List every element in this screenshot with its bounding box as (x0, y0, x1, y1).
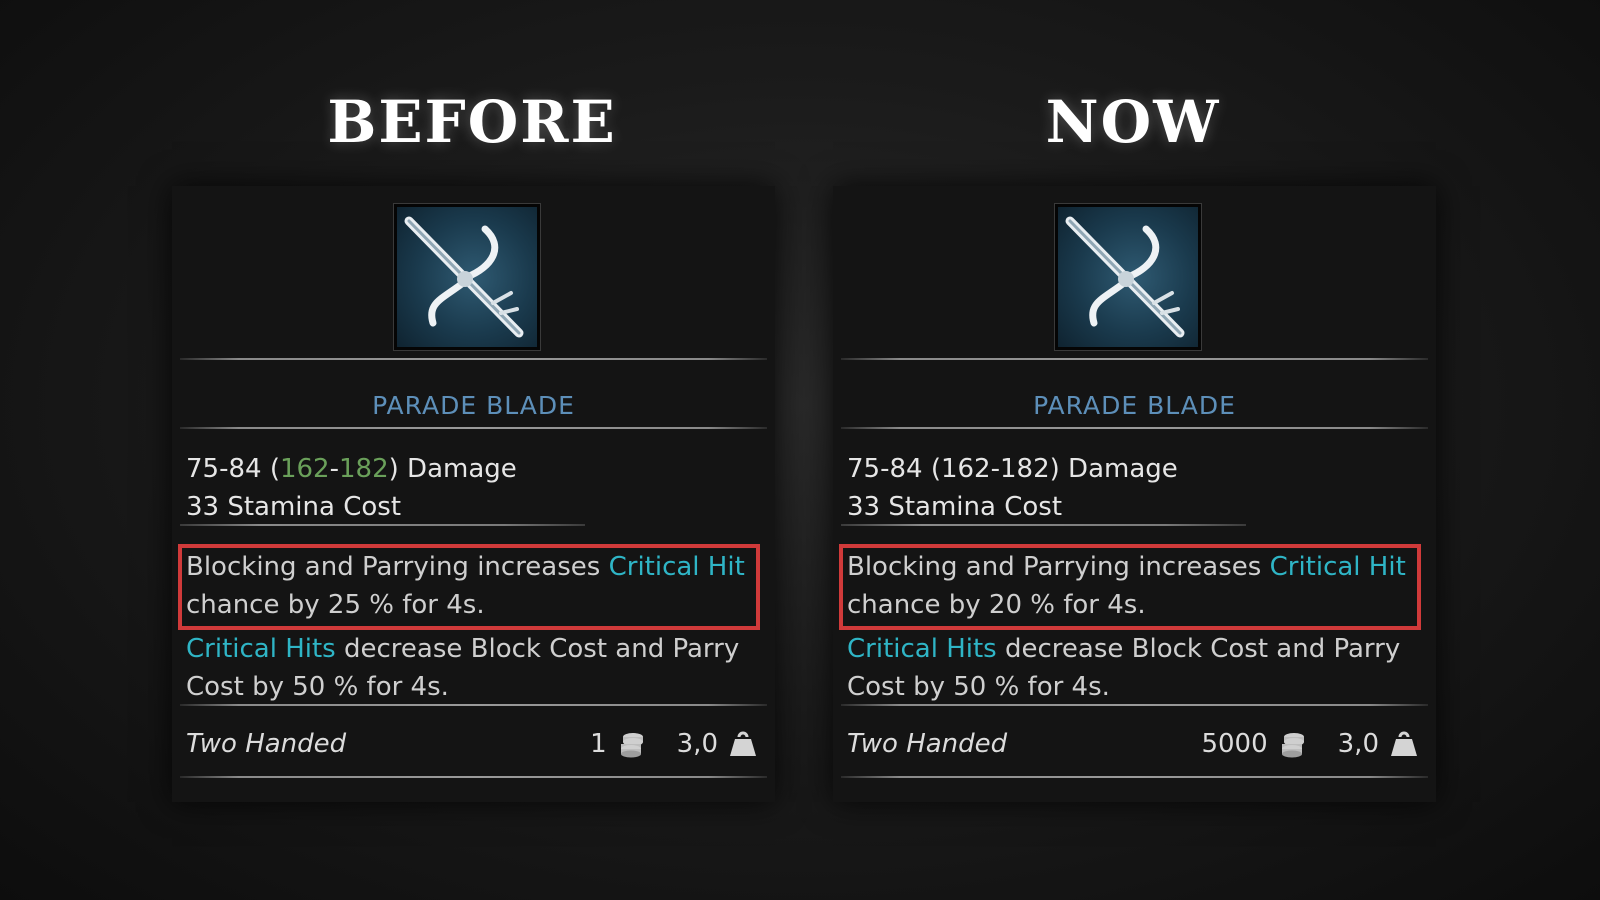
item-name: PARADE BLADE (372, 391, 575, 420)
effect-block-cost: Critical Hits decrease Block Cost and Pa… (847, 634, 1401, 702)
divider (180, 704, 767, 706)
item-tooltip-now: PARADE BLADE 75-84 (162-182) Damage 33 S… (833, 186, 1436, 802)
damage-stat: 75-84 (162-182) Damage (847, 454, 1178, 484)
weight-icon (1389, 729, 1419, 759)
stamina-stat: 33 Stamina Cost (186, 492, 402, 522)
effect-critical-chance: Blocking and Parrying increases Critical… (847, 552, 1406, 620)
item-stats: 75-84 (162-182) Damage 33 Stamina Cost (847, 450, 1427, 526)
now-heading: NOW (1045, 88, 1221, 156)
divider (841, 358, 1428, 360)
weight-value: 3,0 (676, 729, 718, 759)
divider (841, 776, 1428, 778)
parade-blade-icon (1055, 204, 1201, 350)
parade-blade-icon (394, 204, 540, 350)
item-footer: Two Handed 5000 3,0 (847, 722, 1419, 766)
divider (180, 358, 767, 360)
price-value: 1 (590, 729, 607, 759)
divider (841, 427, 1428, 429)
stamina-stat: 33 Stamina Cost (847, 492, 1063, 522)
divider (180, 524, 585, 526)
divider (841, 524, 1246, 526)
divider (180, 776, 767, 778)
effect-critical-chance: Blocking and Parrying increases Critical… (186, 552, 745, 620)
handedness-label: Two Handed (186, 729, 347, 759)
before-heading: BEFORE (327, 88, 617, 156)
item-tooltip-before: PARADE BLADE 75-84 (162-182) Damage 33 S… (172, 186, 775, 802)
divider (180, 427, 767, 429)
divider (841, 704, 1428, 706)
item-stats: 75-84 (162-182) Damage 33 Stamina Cost (186, 450, 766, 526)
item-footer: Two Handed 1 3,0 (186, 722, 758, 766)
effect-block-cost: Critical Hits decrease Block Cost and Pa… (186, 634, 740, 702)
damage-stat: 75-84 (162-182) Damage (186, 454, 517, 484)
coins-icon (1278, 729, 1308, 759)
handedness-label: Two Handed (847, 729, 1008, 759)
weight-icon (728, 729, 758, 759)
coins-icon (617, 729, 647, 759)
weight-value: 3,0 (1337, 729, 1379, 759)
item-name: PARADE BLADE (1033, 391, 1236, 420)
price-value: 5000 (1201, 729, 1268, 759)
